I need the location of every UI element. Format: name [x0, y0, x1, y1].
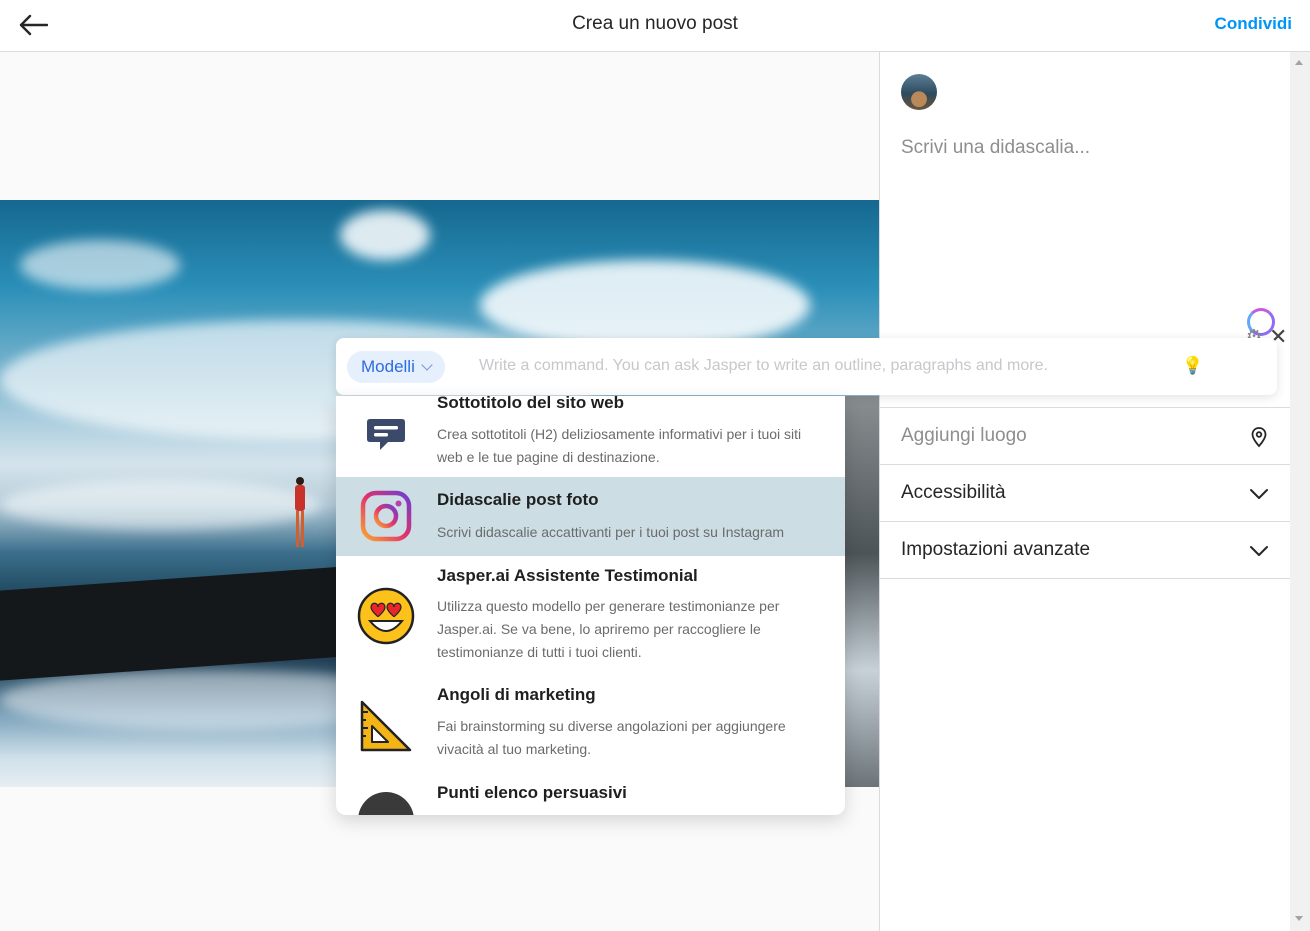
accessibility-row[interactable]: Accessibilità	[880, 464, 1290, 521]
rock-silhouette	[0, 565, 360, 681]
template-title: Sottotitolo del sito web	[437, 396, 624, 412]
scrollbar[interactable]	[1290, 52, 1310, 931]
speech-bubble-icon	[356, 403, 416, 463]
location-pin-icon	[1251, 427, 1267, 448]
chevron-down-icon	[1250, 489, 1268, 499]
template-description: Crea sottotitoli (H2) deliziosamente inf…	[437, 426, 802, 465]
template-item-marketing-angles[interactable]: Angoli di marketing Fai brainstorming su…	[336, 676, 845, 776]
person-figure	[295, 477, 305, 547]
models-dropdown-button[interactable]: Modelli	[347, 351, 445, 383]
template-description: Scrivi didascalie accattivanti per i tuo…	[437, 524, 785, 540]
bullet-icon	[356, 790, 416, 815]
template-item-persuasive-bullets[interactable]: Punti elenco persuasivi	[336, 776, 845, 815]
post-details-panel: Scrivi una didascalia... Aggiungi luogo …	[879, 52, 1310, 931]
heart-eyes-emoji-icon	[356, 586, 416, 646]
jasper-command-bar: Modelli 💡	[336, 338, 1277, 395]
instagram-icon	[356, 486, 416, 546]
template-item-testimonial-assistant[interactable]: Jasper.ai Assistente Testimonial Utilizz…	[336, 556, 845, 676]
share-button[interactable]: Condividi	[1215, 14, 1292, 34]
advanced-settings-label: Impostazioni avanzate	[901, 539, 1091, 560]
caption-input[interactable]: Scrivi una didascalia...	[901, 137, 1090, 159]
template-description: Fai brainstorming su diverse angolazioni…	[437, 718, 786, 757]
command-input[interactable]	[479, 357, 1159, 375]
lightbulb-icon[interactable]: 💡	[1182, 356, 1203, 376]
template-title: Angoli di marketing	[437, 685, 596, 704]
template-description: Utilizza questo modello per generare tes…	[437, 598, 780, 660]
chevron-down-icon	[421, 358, 433, 371]
set-square-icon	[356, 696, 416, 756]
template-title: Didascalie post foto	[437, 490, 599, 509]
avatar	[901, 74, 937, 110]
scroll-down-arrow-icon[interactable]	[1295, 916, 1303, 921]
template-item-photo-captions[interactable]: Didascalie post foto Scrivi didascalie a…	[336, 477, 845, 556]
accessibility-label: Accessibilità	[901, 482, 1006, 503]
divider	[880, 578, 1290, 579]
scroll-up-arrow-icon[interactable]	[1295, 60, 1303, 65]
rocky-cliff	[844, 396, 879, 787]
template-title: Punti elenco persuasivi	[437, 783, 627, 802]
template-title: Jasper.ai Assistente Testimonial	[437, 566, 698, 585]
header-bar: Crea un nuovo post Condividi	[0, 0, 1310, 52]
chevron-down-icon	[1250, 546, 1268, 556]
add-location-row[interactable]: Aggiungi luogo	[880, 407, 1290, 464]
models-label: Modelli	[361, 357, 415, 376]
template-item-website-subtitle[interactable]: Sottotitolo del sito web Crea sottotitol…	[336, 396, 845, 476]
advanced-settings-row[interactable]: Impostazioni avanzate	[880, 521, 1290, 578]
add-location-label: Aggiungi luogo	[901, 425, 1027, 446]
page-title: Crea un nuovo post	[572, 13, 738, 34]
templates-dropdown: Sottotitolo del sito web Crea sottotitol…	[336, 396, 845, 815]
